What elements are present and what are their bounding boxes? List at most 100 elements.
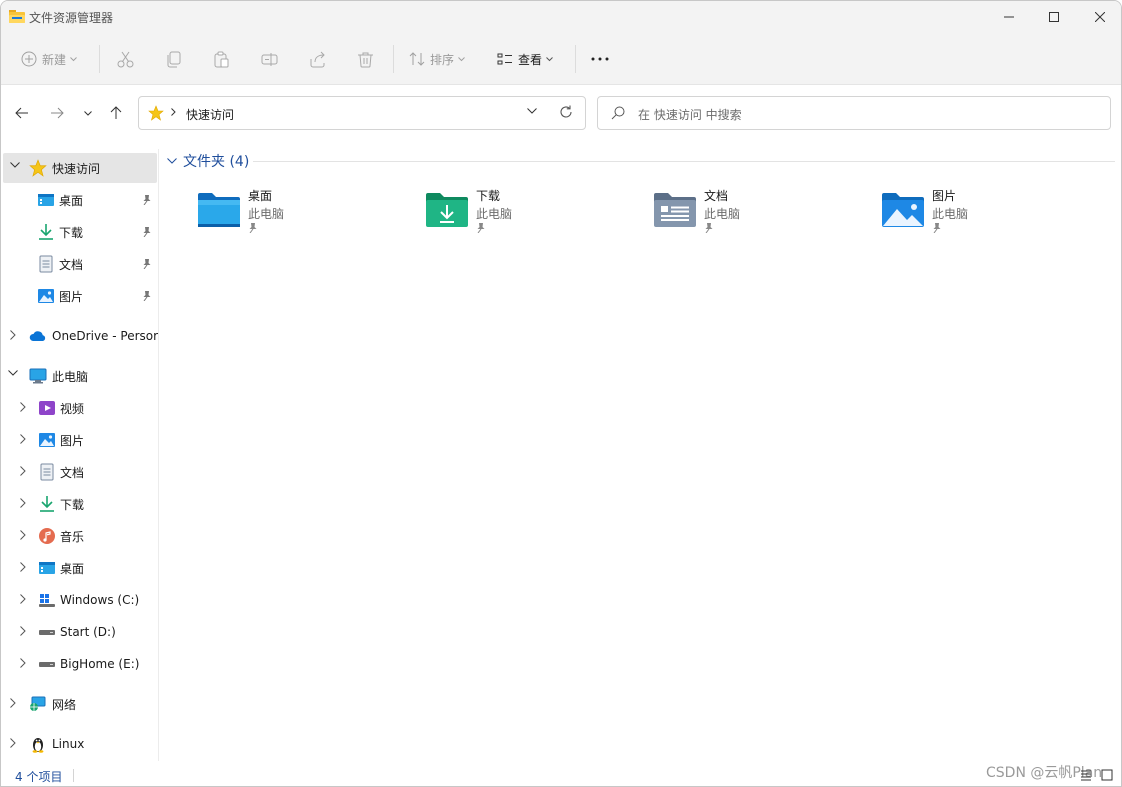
chevron-right-icon[interactable] bbox=[10, 330, 22, 342]
windows-drive-icon bbox=[39, 594, 55, 607]
document-folder-icon bbox=[654, 193, 696, 227]
arrow-right-icon bbox=[51, 107, 64, 119]
download-icon bbox=[40, 496, 54, 512]
sidebar-item-label: 下载 bbox=[59, 225, 84, 240]
sort-button[interactable]: 排序 bbox=[409, 43, 465, 75]
up-button[interactable] bbox=[104, 101, 128, 125]
sidebar-item-linux[interactable]: Linux bbox=[1, 729, 158, 759]
chevron-right-icon[interactable] bbox=[20, 498, 32, 510]
paste-button[interactable] bbox=[213, 43, 230, 75]
sidebar-item-label: 图片 bbox=[59, 289, 84, 304]
breadcrumb-quick-access[interactable]: 快速访问 bbox=[186, 106, 234, 123]
chevron-right-icon[interactable] bbox=[20, 434, 32, 446]
more-icon bbox=[591, 57, 609, 61]
rename-icon bbox=[261, 52, 278, 66]
command-bar: 新建 排序 查看 bbox=[1, 33, 1121, 85]
sidebar-item-desktop-pinned[interactable]: 桌面 bbox=[1, 185, 158, 215]
chevron-right-icon[interactable] bbox=[10, 698, 22, 710]
rename-button[interactable] bbox=[261, 43, 278, 75]
folder-location: 此电脑 bbox=[704, 207, 741, 221]
cut-button[interactable] bbox=[117, 43, 134, 75]
status-bar: 4 个项目 bbox=[1, 761, 1121, 786]
sidebar-item-onedrive[interactable]: OneDrive - Persor bbox=[1, 321, 158, 351]
chevron-right-icon[interactable] bbox=[20, 594, 32, 606]
sidebar-item-label: BigHome (E:) bbox=[60, 657, 140, 671]
more-options-button[interactable] bbox=[591, 43, 609, 75]
new-button[interactable]: 新建 bbox=[21, 43, 77, 75]
address-history-chevron-icon[interactable] bbox=[527, 108, 537, 114]
folder-tile-pictures[interactable]: 图片 此电脑 bbox=[845, 187, 1065, 243]
onedrive-cloud-icon bbox=[29, 331, 46, 341]
large-icons-view-icon[interactable] bbox=[1101, 769, 1113, 781]
address-bar[interactable]: 快速访问 bbox=[138, 96, 586, 130]
view-list-icon bbox=[497, 53, 512, 65]
close-button[interactable] bbox=[1077, 1, 1121, 33]
folder-tile-downloads[interactable]: 下载 此电脑 bbox=[389, 187, 609, 243]
sidebar-item-pictures-pinned[interactable]: 图片 bbox=[1, 281, 158, 311]
folder-name: 图片 bbox=[932, 189, 957, 203]
sidebar-item-network[interactable]: 网络 bbox=[1, 689, 158, 719]
sidebar-item-label: 文档 bbox=[59, 257, 84, 272]
search-box[interactable]: 在 快速访问 中搜索 bbox=[597, 96, 1111, 130]
refresh-icon[interactable] bbox=[559, 105, 573, 119]
trash-icon bbox=[358, 52, 373, 67]
explorer-window: 文件资源管理器 新建 排序 查看 快速访问 在 快速访问 中搜索 快速访问 桌面… bbox=[0, 0, 1122, 787]
folders-group-header[interactable]: 文件夹 (4) bbox=[167, 151, 249, 171]
navigation-pane: 快速访问 桌面 下载 文档 图片 OneDrive - Persor 此电脑 视… bbox=[1, 149, 159, 761]
window-title: 文件资源管理器 bbox=[29, 11, 114, 25]
folder-tile-desktop[interactable]: 桌面 此电脑 bbox=[161, 187, 381, 243]
sidebar-item-desktop[interactable]: 桌面 bbox=[1, 553, 158, 583]
back-button[interactable] bbox=[10, 101, 34, 125]
sidebar-item-downloads-pinned[interactable]: 下载 bbox=[1, 217, 158, 247]
details-view-icon[interactable] bbox=[1080, 769, 1092, 781]
linux-penguin-icon bbox=[32, 738, 44, 753]
folder-name: 文档 bbox=[704, 189, 729, 203]
chevron-down-icon bbox=[458, 56, 465, 61]
group-title: 文件夹 (4) bbox=[183, 154, 250, 170]
view-label: 查看 bbox=[518, 52, 543, 67]
folder-tile-documents[interactable]: 文档 此电脑 bbox=[617, 187, 837, 243]
minimize-button[interactable] bbox=[986, 1, 1032, 33]
delete-button[interactable] bbox=[357, 43, 374, 75]
sidebar-item-this-pc[interactable]: 此电脑 bbox=[1, 361, 158, 391]
title-bar[interactable]: 文件资源管理器 bbox=[1, 1, 1121, 33]
sidebar-item-label: Windows (C:) bbox=[60, 593, 140, 607]
recent-locations-button[interactable] bbox=[76, 101, 100, 125]
sidebar-item-quick-access[interactable]: 快速访问 bbox=[3, 153, 157, 183]
copy-button[interactable] bbox=[165, 43, 182, 75]
sidebar-item-downloads[interactable]: 下载 bbox=[1, 489, 158, 519]
chevron-down-icon[interactable] bbox=[8, 370, 20, 382]
chevron-right-icon[interactable] bbox=[20, 658, 32, 670]
chevron-right-icon[interactable] bbox=[20, 402, 32, 414]
pin-icon bbox=[143, 195, 151, 205]
document-icon bbox=[39, 255, 53, 273]
folder-name: 桌面 bbox=[248, 189, 273, 203]
desktop-icon bbox=[39, 562, 55, 574]
sidebar-item-label: 下载 bbox=[60, 497, 85, 512]
sidebar-item-drive-c[interactable]: Windows (C:) bbox=[1, 585, 158, 615]
view-button[interactable]: 查看 bbox=[497, 43, 553, 75]
maximize-button[interactable] bbox=[1031, 1, 1077, 33]
chevron-down-icon[interactable] bbox=[10, 162, 22, 174]
sidebar-item-label: 桌面 bbox=[59, 193, 84, 208]
picture-folder-icon bbox=[882, 193, 924, 227]
toolbar-divider bbox=[99, 45, 100, 73]
sidebar-item-drive-e[interactable]: BigHome (E:) bbox=[1, 649, 158, 679]
sidebar-item-music[interactable]: 音乐 bbox=[1, 521, 158, 551]
chevron-right-icon[interactable] bbox=[10, 738, 22, 750]
chevron-right-icon[interactable] bbox=[20, 626, 32, 638]
chevron-right-icon[interactable] bbox=[20, 466, 32, 478]
forward-button[interactable] bbox=[45, 101, 69, 125]
sidebar-item-documents[interactable]: 文档 bbox=[1, 457, 158, 487]
share-button[interactable] bbox=[309, 43, 326, 75]
content-pane: 文件夹 (4) 桌面 此电脑 下载 此电脑 文档 此电脑 图片 此电脑 bbox=[161, 141, 1121, 761]
maximize-icon bbox=[1049, 12, 1059, 22]
chevron-right-icon[interactable] bbox=[20, 530, 32, 542]
sidebar-item-drive-d[interactable]: Start (D:) bbox=[1, 617, 158, 647]
sidebar-item-documents-pinned[interactable]: 文档 bbox=[1, 249, 158, 279]
pin-icon bbox=[705, 223, 713, 233]
close-icon bbox=[1095, 12, 1105, 22]
chevron-right-icon[interactable] bbox=[20, 562, 32, 574]
sidebar-item-videos[interactable]: 视频 bbox=[1, 393, 158, 423]
sidebar-item-pictures[interactable]: 图片 bbox=[1, 425, 158, 455]
